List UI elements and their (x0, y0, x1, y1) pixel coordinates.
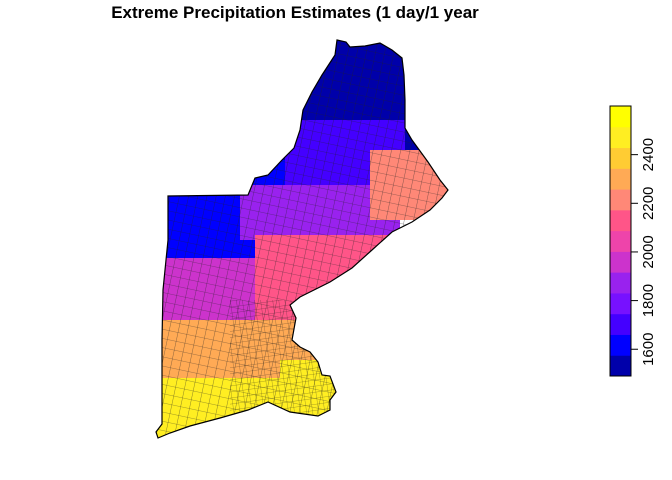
legend-tick-label: 2000 (640, 235, 657, 268)
legend-bin (610, 251, 631, 273)
legend-bin (610, 168, 631, 190)
legend-bin (610, 334, 631, 356)
legend-bin (610, 126, 631, 149)
legend-bin (610, 106, 631, 128)
legend-bin (610, 292, 631, 315)
legend-ticks: 1600 1800 2000 2200 2400 (631, 138, 657, 366)
legend-tick-label: 2200 (640, 187, 657, 220)
legend-color-bins (610, 106, 631, 377)
legend-bin (610, 209, 631, 232)
color-legend: 1600 1800 2000 2200 2400 (609, 105, 657, 377)
legend-tick-label: 1600 (640, 333, 657, 366)
legend-bin (610, 189, 631, 211)
legend-bin (610, 147, 631, 169)
legend-bin (610, 313, 631, 335)
legend-tick-label: 2400 (640, 138, 657, 171)
legend-bin (610, 355, 631, 377)
legend-bin (610, 230, 631, 252)
legend-bin (610, 272, 631, 294)
legend-tick-label: 1800 (640, 284, 657, 317)
